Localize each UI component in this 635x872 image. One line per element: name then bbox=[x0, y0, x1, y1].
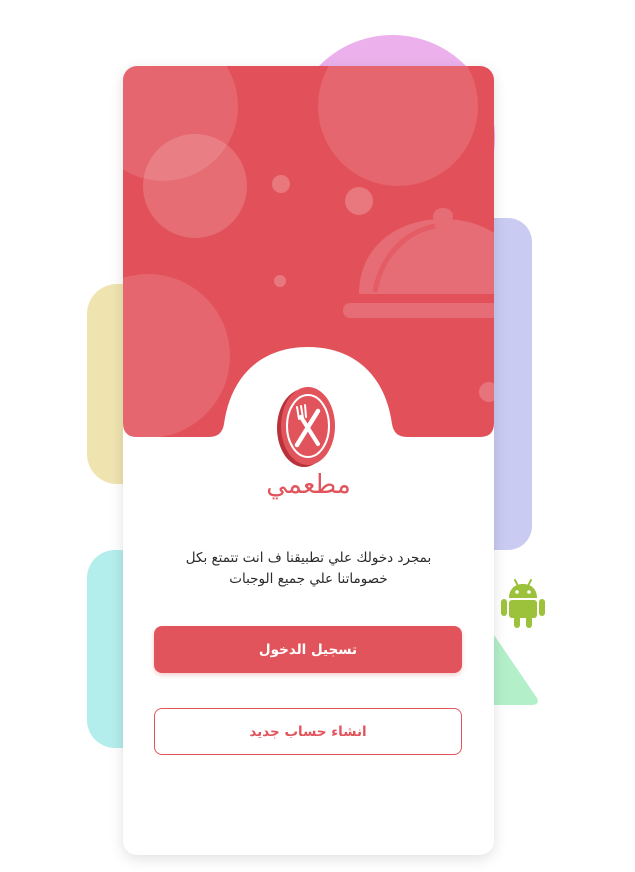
tagline-line-1: بمجرد دخولك علي تطبيقنا ف انت تتمتع بكل bbox=[185, 550, 432, 566]
tagline-line-2: خصوماتنا علي جميع الوجبات bbox=[229, 571, 388, 587]
android-icon bbox=[501, 579, 545, 628]
welcome-card: مطعمي بمجرد دخولك علي تطبيقنا ف انت تتمت… bbox=[123, 66, 494, 855]
fork-knife-icon bbox=[277, 387, 335, 467]
app-name: مطعمي bbox=[266, 470, 351, 500]
tagline: بمجرد دخولك علي تطبيقنا ف انت تتمتع بكل … bbox=[163, 548, 454, 590]
hero-illustration bbox=[123, 66, 494, 437]
login-button[interactable]: تسجيل الدخول bbox=[154, 626, 462, 673]
create-account-button[interactable]: انشاء حساب جديد bbox=[154, 708, 462, 755]
